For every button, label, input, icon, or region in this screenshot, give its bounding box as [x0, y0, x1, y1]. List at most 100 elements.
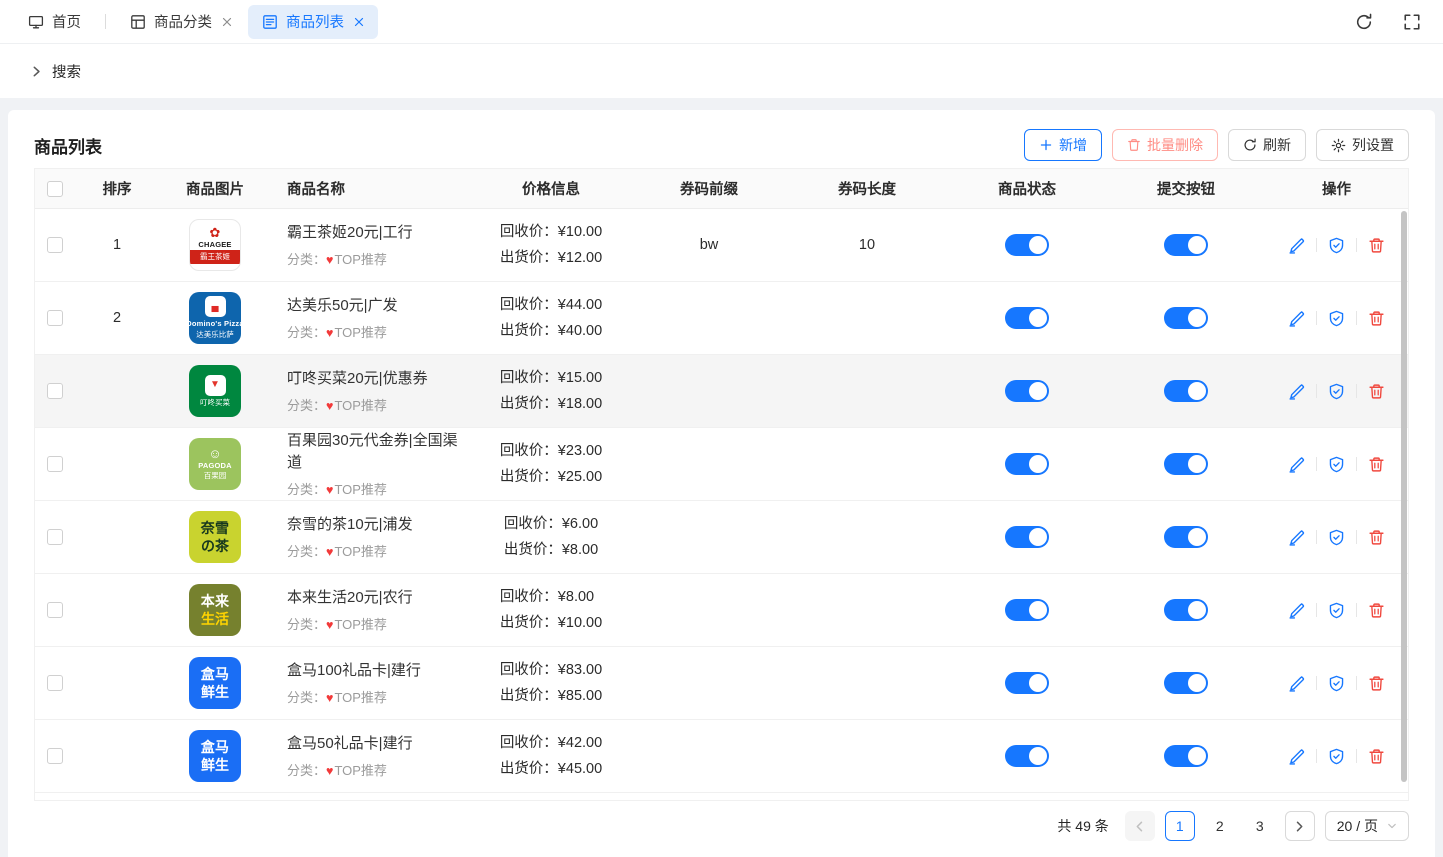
submit-toggle[interactable]: [1164, 453, 1208, 475]
row-checkbox[interactable]: [47, 748, 63, 764]
delete-icon[interactable]: [1368, 748, 1385, 765]
refresh-button[interactable]: 刷新: [1228, 129, 1306, 161]
category-label: 分类：: [287, 544, 326, 559]
price-info: 回收价：¥83.00 出货价：¥85.00: [500, 657, 602, 709]
shield-icon[interactable]: [1328, 310, 1345, 327]
price-info: 回收价：¥6.00 出货价：¥8.00: [504, 511, 598, 563]
status-toggle[interactable]: [1005, 745, 1049, 767]
delete-icon[interactable]: [1368, 675, 1385, 692]
delete-icon[interactable]: [1368, 529, 1385, 546]
ship-price: 出货价：¥12.00: [500, 245, 602, 271]
delete-icon[interactable]: [1368, 456, 1385, 473]
add-button[interactable]: 新增: [1024, 129, 1102, 161]
edit-icon[interactable]: [1288, 675, 1305, 692]
tab-label: 首页: [52, 11, 81, 32]
close-icon[interactable]: [354, 17, 364, 27]
page-number-3[interactable]: 3: [1245, 811, 1275, 841]
column-header-name: 商品名称: [271, 178, 471, 199]
column-settings-button[interactable]: 列设置: [1316, 129, 1409, 161]
edit-icon[interactable]: [1288, 529, 1305, 546]
submit-toggle[interactable]: [1164, 307, 1208, 329]
page-number-2[interactable]: 2: [1205, 811, 1235, 841]
category-value: TOP推荐: [334, 398, 387, 413]
ship-price: 出货价：¥25.00: [500, 464, 602, 490]
tab-product-list[interactable]: 商品列表: [248, 5, 378, 39]
heart-icon: ♥: [326, 691, 333, 705]
shield-icon[interactable]: [1328, 383, 1345, 400]
status-toggle[interactable]: [1005, 453, 1049, 475]
scrollbar-thumb[interactable]: [1401, 211, 1407, 782]
delete-icon[interactable]: [1368, 602, 1385, 619]
row-checkbox[interactable]: [47, 237, 63, 253]
status-toggle[interactable]: [1005, 234, 1049, 256]
gear-icon: [1331, 138, 1346, 153]
submit-toggle[interactable]: [1164, 526, 1208, 548]
fullscreen-icon[interactable]: [1403, 13, 1421, 31]
product-image: ✿ CHAGEE 霸王茶姬: [189, 219, 241, 271]
tab-home[interactable]: 首页: [14, 5, 95, 39]
row-checkbox[interactable]: [47, 675, 63, 691]
shield-icon[interactable]: [1328, 456, 1345, 473]
logo-line1: CHAGEE: [198, 240, 231, 249]
tab-bar: 首页 商品分类 商品列表: [0, 0, 1443, 44]
delete-icon[interactable]: [1368, 310, 1385, 327]
tab-product-category[interactable]: 商品分类: [116, 5, 246, 39]
prev-page-button[interactable]: [1125, 811, 1155, 841]
edit-icon[interactable]: [1288, 237, 1305, 254]
toolbar: 新增 批量删除 刷新: [1024, 129, 1409, 161]
product-category: 分类：♥TOP推荐: [287, 249, 465, 268]
status-toggle[interactable]: [1005, 599, 1049, 621]
add-button-label: 新增: [1059, 135, 1087, 155]
next-page-button[interactable]: [1285, 811, 1315, 841]
recycle-price: 回收价：¥42.00: [500, 730, 602, 756]
logo-line2: 霸王茶姬: [190, 250, 240, 264]
close-icon[interactable]: [222, 17, 232, 27]
row-checkbox[interactable]: [47, 383, 63, 399]
logo-line1: 盒马: [201, 739, 229, 755]
submit-toggle[interactable]: [1164, 380, 1208, 402]
batch-delete-button[interactable]: 批量删除: [1112, 129, 1218, 161]
shield-icon[interactable]: [1328, 237, 1345, 254]
submit-toggle[interactable]: [1164, 599, 1208, 621]
status-toggle[interactable]: [1005, 526, 1049, 548]
row-checkbox[interactable]: [47, 456, 63, 472]
reload-icon[interactable]: [1355, 13, 1373, 31]
category-label: 分类：: [287, 690, 326, 705]
page-size-select[interactable]: 20 / 页: [1325, 811, 1409, 841]
select-all-checkbox[interactable]: [47, 181, 63, 197]
shield-icon[interactable]: [1328, 529, 1345, 546]
ship-price: 出货价：¥18.00: [500, 391, 602, 417]
delete-icon[interactable]: [1368, 237, 1385, 254]
page-number-1[interactable]: 1: [1165, 811, 1195, 841]
column-header-status: 商品状态: [947, 178, 1107, 199]
row-checkbox[interactable]: [47, 602, 63, 618]
edit-icon[interactable]: [1288, 602, 1305, 619]
shield-icon[interactable]: [1328, 675, 1345, 692]
column-header-image: 商品图片: [159, 178, 271, 199]
edit-icon[interactable]: [1288, 456, 1305, 473]
heart-icon: ♥: [326, 545, 333, 559]
table-row: 2 ▄ Domino's Pizza 达美乐比萨 达美乐50元|广发 分类：♥T…: [35, 282, 1408, 355]
submit-toggle[interactable]: [1164, 234, 1208, 256]
product-image: ▼ 叮咚买菜: [189, 365, 241, 417]
product-name: 奈雪的茶10元|浦发: [287, 514, 465, 536]
status-toggle[interactable]: [1005, 672, 1049, 694]
status-toggle[interactable]: [1005, 307, 1049, 329]
row-checkbox[interactable]: [47, 310, 63, 326]
submit-toggle[interactable]: [1164, 745, 1208, 767]
edit-icon[interactable]: [1288, 383, 1305, 400]
logo-line1: Domino's Pizza: [189, 319, 241, 328]
submit-toggle[interactable]: [1164, 672, 1208, 694]
delete-icon[interactable]: [1368, 383, 1385, 400]
action-divider: [1356, 457, 1357, 471]
category-label: 分类：: [287, 398, 326, 413]
shield-icon[interactable]: [1328, 602, 1345, 619]
edit-icon[interactable]: [1288, 310, 1305, 327]
shield-icon[interactable]: [1328, 748, 1345, 765]
page-size-value: 20 / 页: [1337, 816, 1378, 836]
product-name: 本来生活20元|农行: [287, 587, 465, 609]
row-checkbox[interactable]: [47, 529, 63, 545]
status-toggle[interactable]: [1005, 380, 1049, 402]
search-collapse-panel[interactable]: 搜索: [0, 44, 1443, 98]
edit-icon[interactable]: [1288, 748, 1305, 765]
